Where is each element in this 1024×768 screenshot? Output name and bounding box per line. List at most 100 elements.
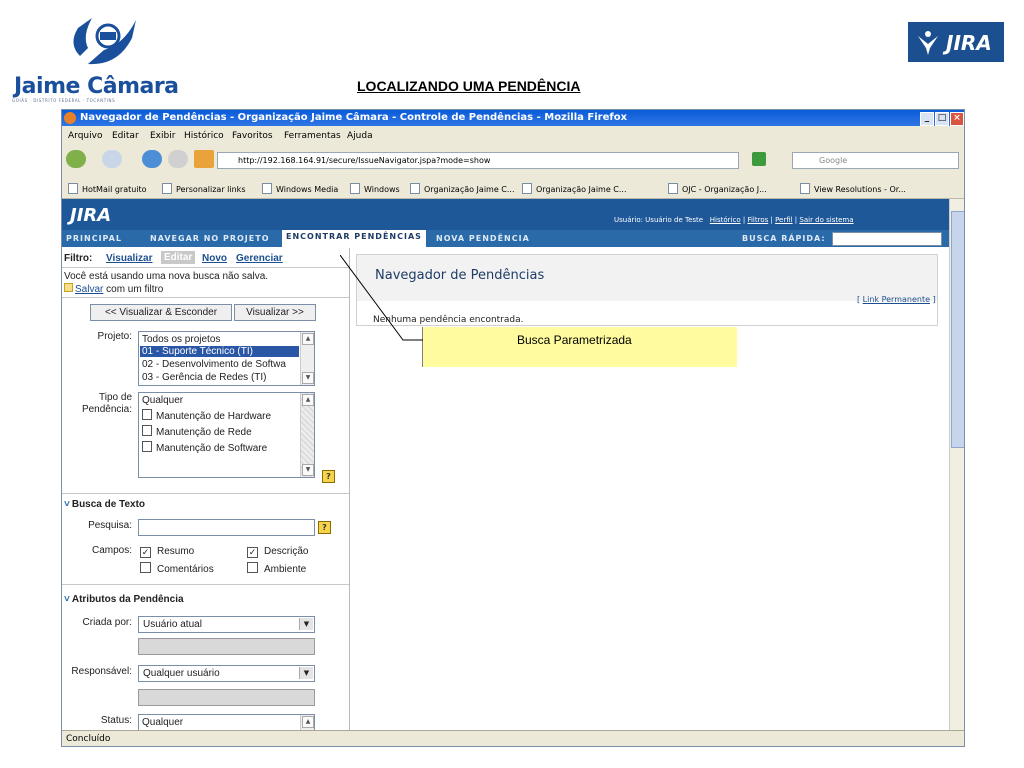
text-search-header[interactable]: ˅ Busca de Texto <box>64 499 145 510</box>
link-filtros[interactable]: Filtros <box>747 216 768 224</box>
menu-ferramentas[interactable]: Ferramentas <box>284 131 341 141</box>
jira-logo[interactable]: JIRA <box>70 205 111 226</box>
checkbox-comentarios[interactable]: Comentários <box>140 562 214 575</box>
scroll-down-icon[interactable]: ▼ <box>302 464 314 476</box>
tab-novo[interactable]: Novo <box>202 253 227 264</box>
divider <box>62 267 349 268</box>
logo-subtitle: GOIÁS · DISTRITO FEDERAL · TOCANTINS <box>12 98 116 103</box>
jira-logo-text: JIRA <box>946 31 992 55</box>
minimize-button[interactable]: _ <box>920 112 934 126</box>
divider <box>62 493 349 494</box>
scroll-up-icon[interactable]: ▲ <box>302 716 314 728</box>
callout-box: Busca Parametrizada <box>423 327 737 367</box>
scroll-up-icon[interactable]: ▲ <box>302 333 314 345</box>
chevron-down-icon[interactable]: ▼ <box>299 667 313 679</box>
help-icon[interactable]: ? <box>322 470 335 483</box>
nav-principal[interactable]: PRINCIPAL <box>66 234 122 243</box>
issue-type-option[interactable]: Manutenção de Rede <box>142 425 252 438</box>
bookmark-ojc-3[interactable]: OJC - Organização J... <box>668 183 767 194</box>
project-option[interactable]: 02 - Desenvolvimento de Softwa <box>142 359 286 370</box>
go-icon[interactable] <box>752 152 766 166</box>
issue-type-label-2: Pendência: <box>81 404 132 415</box>
assignee-select[interactable]: Qualquer usuário ▼ <box>138 665 315 682</box>
back-icon[interactable] <box>66 150 86 168</box>
slide-title: LOCALIZANDO UMA PENDÊNCIA <box>357 78 581 94</box>
created-by-text[interactable] <box>138 638 315 655</box>
save-icon <box>64 283 73 292</box>
permalink-text[interactable]: Link Permanente <box>863 295 930 304</box>
issue-type-option[interactable]: Manutenção de Hardware <box>142 409 271 422</box>
issue-type-select[interactable]: Qualquer Manutenção de Hardware Manutenç… <box>138 392 315 478</box>
bookmarks-toolbar: HotMail gratuito Personalizar links Wind… <box>62 176 964 199</box>
checkbox-checked-icon[interactable]: ✓ <box>247 547 258 558</box>
nav-nova-pendencia[interactable]: NOVA PENDÊNCIA <box>436 234 530 243</box>
maximize-button[interactable]: □ <box>935 112 949 126</box>
nav-navegar-projeto[interactable]: NAVEGAR NO PROJETO <box>150 234 270 243</box>
checkbox-checked-icon[interactable]: ✓ <box>140 547 151 558</box>
created-by-select[interactable]: Usuário atual ▼ <box>138 616 315 633</box>
jira-figure-icon <box>918 31 938 55</box>
scrollbar-thumb[interactable] <box>951 211 964 448</box>
bookmark-windows[interactable]: Windows <box>350 183 400 194</box>
bookmark-ojc-2[interactable]: Organização Jaime C... <box>522 183 627 194</box>
tab-editar[interactable]: Editar <box>161 251 196 264</box>
url-bar[interactable]: http://192.168.164.91/secure/IssueNaviga… <box>217 152 739 169</box>
close-button[interactable]: × <box>950 112 964 126</box>
reload-icon[interactable] <box>142 150 162 168</box>
navigation-toolbar: http://192.168.164.91/secure/IssueNaviga… <box>62 144 964 174</box>
checkbox-unchecked-icon[interactable] <box>247 562 258 573</box>
scroll-down-icon[interactable]: ▼ <box>302 372 314 384</box>
project-select[interactable]: Todos os projetos 01 - Suporte Técnico (… <box>138 331 315 386</box>
page-scrollbar[interactable] <box>949 199 964 731</box>
issue-type-option[interactable]: Qualquer <box>142 395 183 406</box>
menu-arquivo[interactable]: Arquivo <box>68 131 102 141</box>
checkbox-descricao[interactable]: ✓ Descrição <box>247 546 308 558</box>
project-scrollbar[interactable]: ▲ ▼ <box>300 332 314 385</box>
checkbox-label: Comentários <box>157 564 214 575</box>
quick-search-input[interactable] <box>832 232 942 246</box>
search-input[interactable] <box>138 519 315 536</box>
user-name: Usuário: Usuário de Teste <box>614 216 704 224</box>
checkbox-unchecked-icon[interactable] <box>140 562 151 573</box>
menu-ajuda[interactable]: Ajuda <box>347 131 373 141</box>
permalink[interactable]: [ Link Permanente ] <box>857 295 936 304</box>
tab-gerenciar[interactable]: Gerenciar <box>236 253 283 264</box>
project-option[interactable]: Todos os projetos <box>142 334 220 345</box>
checkbox-label: Descrição <box>264 546 309 557</box>
stop-icon[interactable] <box>168 150 188 168</box>
save-link[interactable]: Salvar <box>75 284 103 295</box>
nav-encontrar-pendencias[interactable]: ENCONTRAR PENDÊNCIAS <box>282 230 426 247</box>
google-search-box[interactable]: Google <box>792 152 959 169</box>
project-option-selected[interactable]: 01 - Suporte Técnico (TI) <box>140 346 299 357</box>
link-historico[interactable]: Histórico <box>710 216 741 224</box>
chevron-down-icon[interactable]: ▼ <box>299 618 313 630</box>
link-sair[interactable]: Sair do sistema <box>799 216 853 224</box>
menu-favoritos[interactable]: Favoritos <box>232 131 273 141</box>
tab-visualizar[interactable]: Visualizar <box>106 253 153 264</box>
menu-exibir[interactable]: Exibir <box>150 131 175 141</box>
scroll-up-icon[interactable]: ▲ <box>302 394 314 406</box>
bookmark-personalizar[interactable]: Personalizar links <box>162 183 245 194</box>
checkbox-resumo[interactable]: ✓ Resumo <box>140 546 194 558</box>
checkbox-ambiente[interactable]: Ambiente <box>247 562 306 575</box>
bookmark-windows-media[interactable]: Windows Media <box>262 183 338 194</box>
menu-historico[interactable]: Histórico <box>184 131 224 141</box>
forward-icon[interactable] <box>102 150 122 168</box>
status-scrollbar[interactable]: ▲ <box>300 715 314 731</box>
home-icon[interactable] <box>194 150 214 168</box>
attributes-header[interactable]: ˅ Atributos da Pendência <box>64 594 184 605</box>
issue-type-option[interactable]: Manutenção de Software <box>142 441 267 454</box>
issue-type-scrollbar[interactable]: ▲ ▼ <box>300 393 314 477</box>
bookmark-hotmail[interactable]: HotMail gratuito <box>68 183 147 194</box>
assignee-text[interactable] <box>138 689 315 706</box>
window-titlebar: Navegador de Pendências - Organização Ja… <box>62 110 964 126</box>
bookmark-ojc-1[interactable]: Organização Jaime C... <box>410 183 515 194</box>
view-button[interactable]: Visualizar >> <box>234 304 316 321</box>
help-icon[interactable]: ? <box>318 521 331 534</box>
project-option[interactable]: 03 - Gerência de Redes (TI) <box>142 372 267 383</box>
link-perfil[interactable]: Perfil <box>775 216 793 224</box>
menu-editar[interactable]: Editar <box>112 131 139 141</box>
hide-view-button[interactable]: << Visualizar & Esconder <box>90 304 232 321</box>
status-select[interactable]: Qualquer ▲ <box>138 714 315 731</box>
bookmark-view-resolutions[interactable]: View Resolutions - Or... <box>800 183 906 194</box>
